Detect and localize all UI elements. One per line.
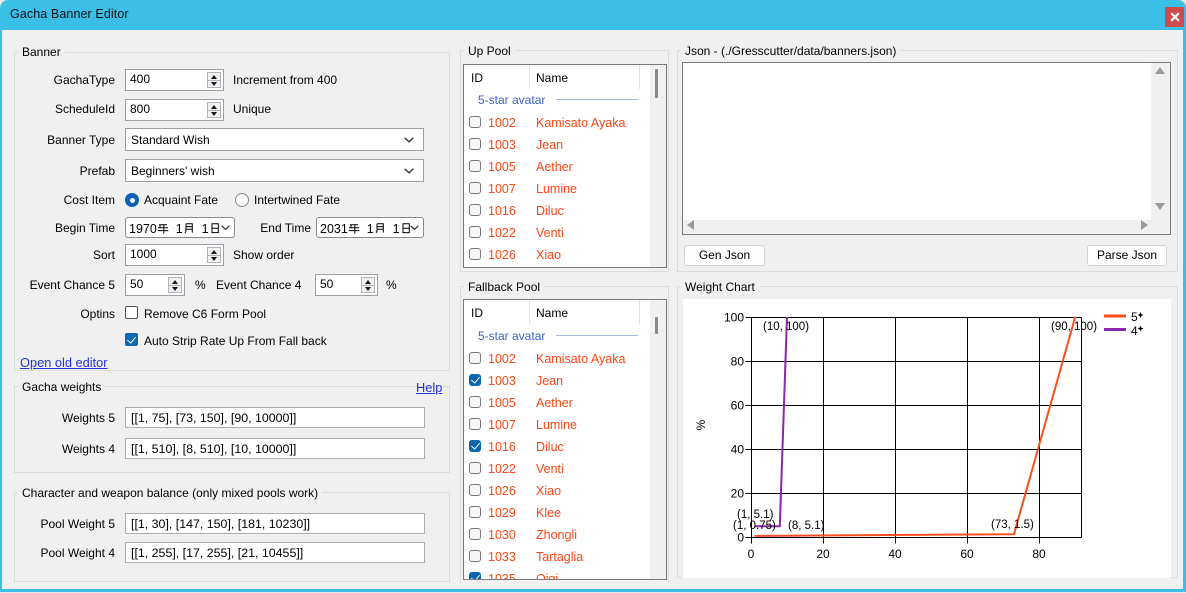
svg-text:60: 60 bbox=[731, 399, 745, 413]
svg-text:0: 0 bbox=[748, 547, 755, 561]
svg-text:40: 40 bbox=[731, 443, 745, 457]
svg-text:(8, 5.1): (8, 5.1) bbox=[788, 520, 825, 532]
svg-text:100: 100 bbox=[724, 311, 744, 325]
svg-text:0: 0 bbox=[737, 531, 744, 545]
svg-text:80: 80 bbox=[731, 355, 745, 369]
svg-text:(1, 0.75): (1, 0.75) bbox=[733, 520, 776, 532]
svg-text:5: 5 bbox=[1131, 310, 1138, 324]
svg-text:60: 60 bbox=[960, 547, 974, 561]
svg-text:4: 4 bbox=[1131, 324, 1138, 338]
svg-text:(90, 100): (90, 100) bbox=[1051, 321, 1097, 333]
svg-text:(73, 1.5): (73, 1.5) bbox=[991, 519, 1034, 531]
svg-text:80: 80 bbox=[1032, 547, 1046, 561]
svg-text:20: 20 bbox=[816, 547, 830, 561]
svg-text:20: 20 bbox=[731, 487, 745, 501]
svg-text:(10, 100): (10, 100) bbox=[763, 321, 809, 333]
svg-text:40: 40 bbox=[888, 547, 902, 561]
svg-text:%: % bbox=[694, 419, 708, 430]
